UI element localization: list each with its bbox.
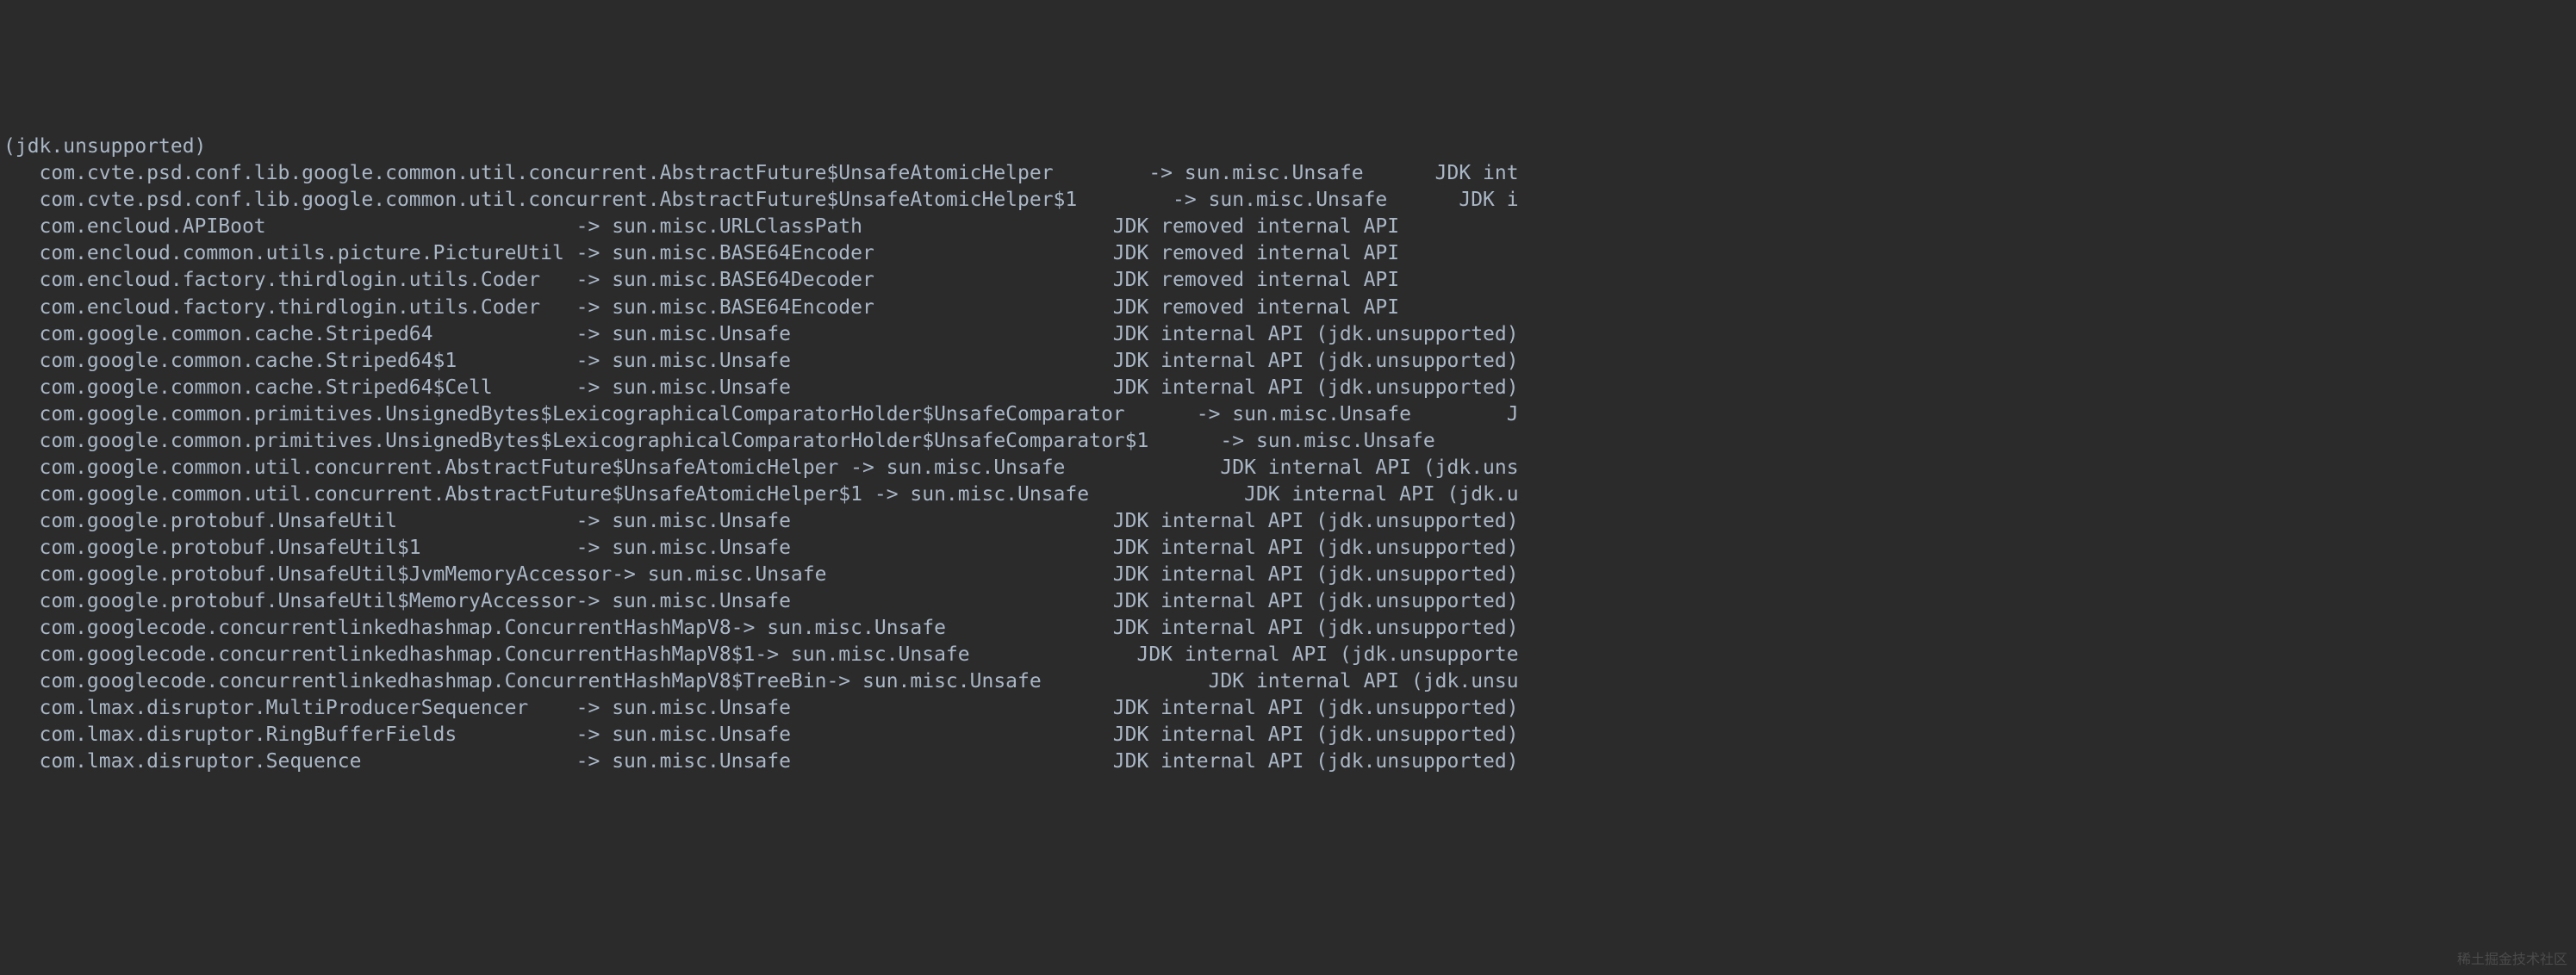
dependency-line: com.googlecode.concurrentlinkedhashmap.C…	[3, 668, 2573, 695]
dependency-line: com.google.protobuf.UnsafeUtil$JvmMemory…	[3, 562, 2573, 588]
terminal-output: (jdk.unsupported) com.cvte.psd.conf.lib.…	[0, 107, 2576, 775]
dependency-line: com.encloud.factory.thirdlogin.utils.Cod…	[3, 295, 2573, 321]
dependency-line: com.encloud.APIBoot -> sun.misc.URLClass…	[3, 214, 2573, 240]
dependency-line: com.google.common.util.concurrent.Abstra…	[3, 455, 2573, 481]
dependency-line: com.cvte.psd.conf.lib.google.common.util…	[3, 160, 2573, 187]
dependency-line: com.lmax.disruptor.Sequence -> sun.misc.…	[3, 748, 2573, 775]
dependency-line: com.encloud.common.utils.picture.Picture…	[3, 240, 2573, 267]
dependency-line: com.google.common.cache.Striped64 -> sun…	[3, 321, 2573, 348]
dependency-line: com.lmax.disruptor.MultiProducerSequence…	[3, 695, 2573, 722]
dependency-line: com.googlecode.concurrentlinkedhashmap.C…	[3, 642, 2573, 668]
dependency-line: com.lmax.disruptor.RingBufferFields -> s…	[3, 722, 2573, 748]
dependency-line: com.google.common.primitives.UnsignedByt…	[3, 428, 2573, 455]
dependency-line: com.google.protobuf.UnsafeUtil$MemoryAcc…	[3, 588, 2573, 615]
watermark: 稀土掘金技术社区	[2457, 951, 2567, 970]
dependency-line: com.google.protobuf.UnsafeUtil$1 -> sun.…	[3, 535, 2573, 562]
dependency-line: com.google.common.cache.Striped64$1 -> s…	[3, 348, 2573, 375]
dependency-line: com.google.common.util.concurrent.Abstra…	[3, 481, 2573, 508]
dependency-line: com.googlecode.concurrentlinkedhashmap.C…	[3, 615, 2573, 642]
dependency-line: com.encloud.factory.thirdlogin.utils.Cod…	[3, 267, 2573, 294]
dependency-line: com.google.common.primitives.UnsignedByt…	[3, 401, 2573, 428]
dependency-line: com.google.common.cache.Striped64$Cell -…	[3, 375, 2573, 401]
header-line: (jdk.unsupported)	[3, 134, 2573, 160]
dependency-line: com.cvte.psd.conf.lib.google.common.util…	[3, 187, 2573, 214]
dependency-line: com.google.protobuf.UnsafeUtil -> sun.mi…	[3, 508, 2573, 535]
